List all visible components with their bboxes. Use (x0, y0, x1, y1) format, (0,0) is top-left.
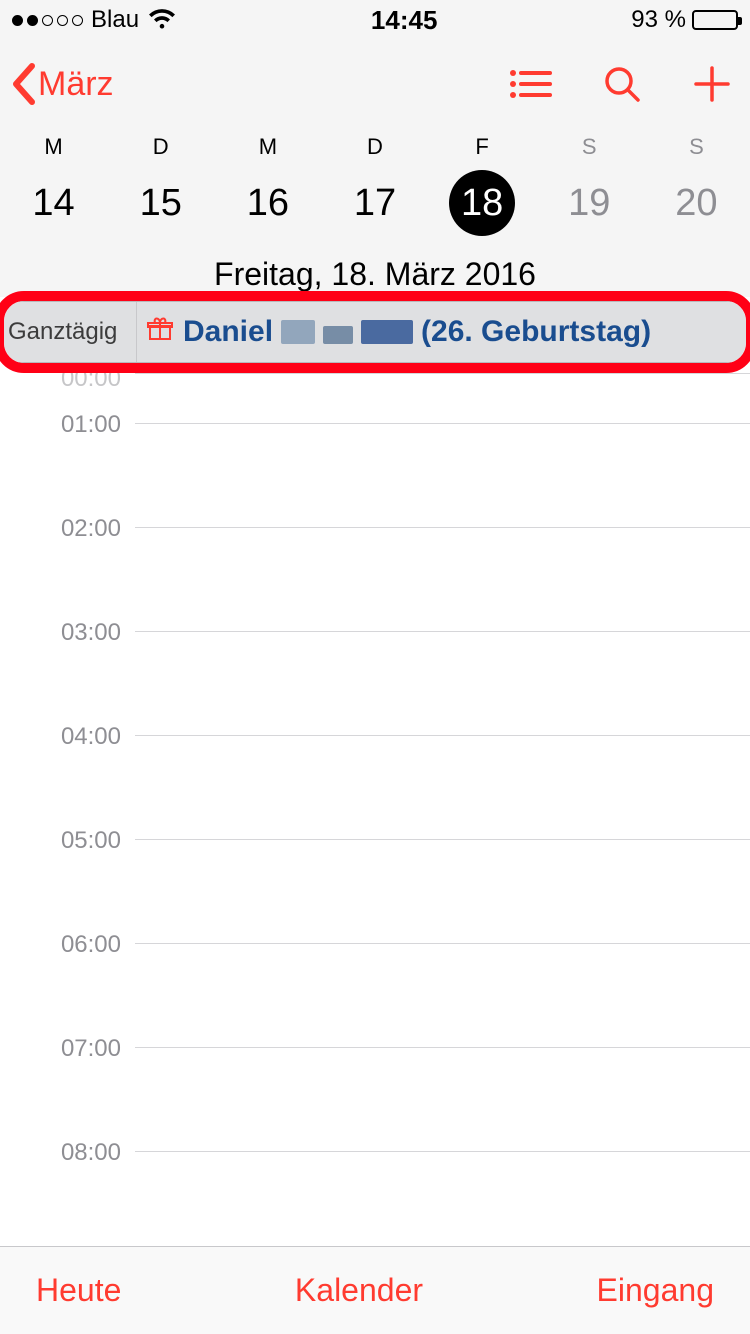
hour-label: 08:00 (0, 1139, 135, 1167)
day-timeline[interactable]: 00:0001:0002:0003:0004:0005:0006:0007:00… (0, 373, 750, 1253)
allday-label: Ganztägig (4, 302, 137, 362)
weekday-label: F (429, 134, 536, 168)
week-strip: MDMDFSS 14151617181920 (0, 128, 750, 248)
hour-row: 03:00 (0, 631, 750, 735)
today-button[interactable]: Heute (36, 1272, 121, 1309)
status-time: 14:45 (371, 5, 438, 36)
weekday-label: S (643, 134, 750, 168)
back-label: März (38, 65, 114, 104)
add-event-button[interactable] (692, 64, 732, 104)
inbox-button[interactable]: Eingang (597, 1272, 714, 1309)
hour-row: 04:00 (0, 735, 750, 839)
weekday-label: D (321, 134, 428, 168)
gift-icon (147, 315, 173, 349)
redacted-text (323, 326, 353, 344)
status-bar: Blau 14:45 93 % (0, 0, 750, 40)
hour-slot[interactable] (135, 423, 750, 527)
hour-label: 00:00 (0, 373, 135, 393)
hour-slot[interactable] (135, 1047, 750, 1151)
wifi-icon (147, 9, 177, 31)
search-button[interactable] (602, 64, 642, 104)
hour-row: 02:00 (0, 527, 750, 631)
event-suffix: (26. Geburtstag) (421, 315, 651, 349)
hour-label: 01:00 (0, 411, 135, 439)
nav-bar: März (0, 40, 750, 128)
hour-slot[interactable] (135, 631, 750, 735)
bottom-toolbar: Heute Kalender Eingang (0, 1246, 750, 1334)
redacted-text (361, 320, 413, 344)
weekday-label: M (214, 134, 321, 168)
hour-slot[interactable] (135, 943, 750, 1047)
hour-row: 07:00 (0, 1047, 750, 1151)
hour-label: 02:00 (0, 515, 135, 543)
day-button[interactable]: 17 (321, 168, 428, 238)
hour-slot[interactable] (135, 735, 750, 839)
battery-indicator: 93 % (631, 6, 738, 34)
calendars-button[interactable]: Kalender (295, 1272, 423, 1309)
weekday-label: S (536, 134, 643, 168)
event-name: Daniel (183, 315, 273, 349)
day-button[interactable]: 19 (536, 168, 643, 238)
battery-icon (692, 10, 738, 30)
hour-slot[interactable] (135, 1151, 750, 1253)
signal-strength-icon (12, 15, 83, 26)
hour-label: 03:00 (0, 619, 135, 647)
hour-label: 07:00 (0, 1035, 135, 1063)
carrier-label: Blau (91, 6, 139, 34)
day-button[interactable]: 16 (214, 168, 321, 238)
day-button[interactable]: 15 (107, 168, 214, 238)
daynum-row: 14151617181920 (0, 168, 750, 238)
allday-event[interactable]: Daniel (26. Geburtstag) (137, 302, 746, 362)
redacted-text (281, 320, 315, 344)
list-view-button[interactable] (508, 67, 552, 101)
hour-slot[interactable] (135, 527, 750, 631)
day-button[interactable]: 18 (429, 168, 536, 238)
chevron-left-icon (10, 62, 36, 106)
weekday-row: MDMDFSS (0, 134, 750, 168)
hour-slot[interactable] (135, 373, 750, 423)
hour-label: 04:00 (0, 723, 135, 751)
hour-slot[interactable] (135, 839, 750, 943)
hour-row: 01:00 (0, 423, 750, 527)
hour-row: 06:00 (0, 943, 750, 1047)
full-date-label: Freitag, 18. März 2016 (0, 248, 750, 297)
allday-highlight: Ganztägig Daniel (26. Geburtstag) (0, 291, 750, 373)
battery-percent: 93 % (631, 6, 686, 34)
day-button[interactable]: 20 (643, 168, 750, 238)
day-button[interactable]: 14 (0, 168, 107, 238)
status-right: 93 % (631, 6, 738, 34)
hour-row: 08:00 (0, 1151, 750, 1253)
weekday-label: M (0, 134, 107, 168)
hour-label: 05:00 (0, 827, 135, 855)
hour-row: 05:00 (0, 839, 750, 943)
back-button[interactable]: März (10, 62, 114, 106)
status-left: Blau (12, 6, 177, 34)
weekday-label: D (107, 134, 214, 168)
hour-label: 06:00 (0, 931, 135, 959)
allday-row: Ganztägig Daniel (26. Geburtstag) (4, 302, 746, 362)
